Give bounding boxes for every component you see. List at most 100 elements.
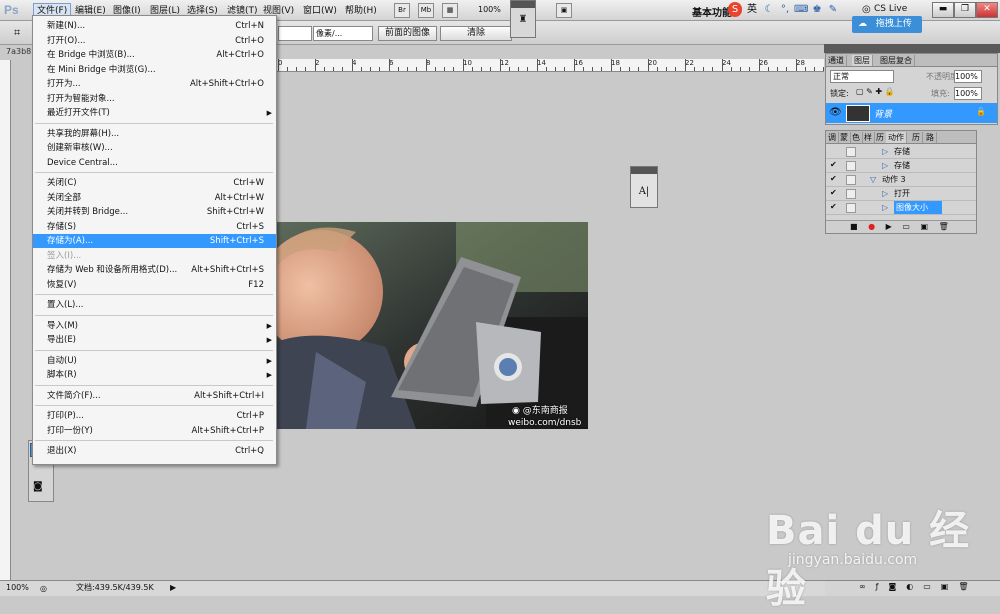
panel-tab[interactable]: 图层复合 — [878, 55, 915, 66]
file-menu-item[interactable]: 导入(M) ▶ — [33, 319, 276, 333]
file-menu-item[interactable]: 创建新审核(W)... — [33, 141, 276, 155]
skin-icon[interactable]: ♚ — [810, 2, 824, 17]
action-row[interactable]: ▷ 存储 — [826, 145, 976, 159]
moon-icon[interactable]: ☾ — [762, 2, 776, 17]
blend-mode-select[interactable]: 正常 — [830, 70, 894, 83]
action-row[interactable]: ✔ ▽ 动作 3 — [826, 173, 976, 187]
view-extras-icon[interactable]: ▦ — [442, 3, 458, 18]
action-toggle-checkbox[interactable]: ✔ — [830, 175, 838, 183]
file-menu-item[interactable]: 脚本(R) ▶ — [33, 368, 276, 382]
file-menu-item[interactable]: 置入(L)... — [33, 298, 276, 312]
panel-tab[interactable]: 通道 — [826, 55, 847, 66]
crop-tool-icon[interactable]: ⌗ — [14, 26, 20, 40]
front-image-button[interactable]: 前面的图像 — [378, 26, 438, 41]
stop-icon[interactable]: ■ — [850, 222, 858, 231]
tool-preset-icon[interactable]: ♜ — [511, 14, 535, 25]
file-menu-item[interactable]: 打印(P)... Ctrl+P — [33, 409, 276, 423]
file-menu-item[interactable]: 存储(S) Ctrl+S — [33, 220, 276, 234]
action-toggle-checkbox[interactable] — [830, 147, 838, 155]
clear-button[interactable]: 清除 — [440, 26, 512, 41]
screen-mode-icon[interactable]: ▣ — [556, 3, 572, 18]
panel-grip[interactable] — [511, 1, 535, 8]
panel-grip[interactable] — [631, 167, 657, 174]
file-menu-item[interactable]: 存储为 Web 和设备所用格式(D)... Alt+Shift+Ctrl+S — [33, 263, 276, 277]
file-menu-item[interactable]: 自动(U) ▶ — [33, 354, 276, 368]
file-menu-item[interactable]: 退出(X) Ctrl+Q — [33, 444, 276, 458]
action-row[interactable]: ✔ ▷ 打开 — [826, 187, 976, 201]
new-set-icon[interactable]: ▭ — [902, 222, 910, 231]
layer-row-background[interactable]: 👁 背景 🔒 — [826, 103, 997, 123]
keyboard-icon[interactable]: ⌨ — [794, 2, 808, 17]
file-menu-item[interactable]: 打开为智能对象... — [33, 92, 276, 106]
fill-input[interactable]: 100% — [954, 87, 982, 100]
menu-item[interactable]: 窗口(W) — [300, 4, 340, 18]
file-menu-item[interactable]: 关闭(C) Ctrl+W — [33, 176, 276, 190]
record-icon[interactable]: ● — [868, 222, 875, 231]
collapsed-triangle-icon[interactable]: ▷ — [882, 145, 888, 158]
panel-tab[interactable]: 动作 — [886, 132, 907, 143]
floating-mini-panel[interactable]: ♜ — [510, 0, 536, 38]
play-icon[interactable]: ▶ — [886, 222, 892, 231]
dialog-toggle-box[interactable] — [846, 175, 856, 185]
collapsed-triangle-icon[interactable]: ▷ — [882, 187, 888, 200]
resolution-input[interactable] — [278, 26, 312, 41]
character-glyph[interactable]: A| — [631, 186, 657, 197]
eye-icon[interactable]: 👁 — [829, 107, 842, 118]
file-menu-item[interactable]: 新建(N)... Ctrl+N — [33, 19, 276, 33]
dialog-toggle-box[interactable] — [846, 203, 856, 213]
zoom-level[interactable]: 100% — [478, 5, 501, 14]
file-menu-item[interactable]: 在 Mini Bridge 中浏览(G)... — [33, 63, 276, 77]
file-menu-item[interactable]: 导出(E) ▶ — [33, 333, 276, 347]
collapsed-triangle-icon[interactable]: ▷ — [882, 159, 888, 172]
file-menu-item[interactable]: 打开(O)... Ctrl+O — [33, 34, 276, 48]
punctuation-icon[interactable]: °, — [778, 2, 792, 17]
action-row[interactable]: ✔ ▷ 存储 — [826, 159, 976, 173]
file-menu-item[interactable]: 恢复(V) F12 — [33, 278, 276, 292]
file-menu-item[interactable]: Device Central... — [33, 156, 276, 170]
file-menu-item[interactable]: 打开为... Alt+Shift+Ctrl+O — [33, 77, 276, 91]
file-menu-item[interactable]: 关闭全部 Alt+Ctrl+W — [33, 191, 276, 205]
file-menu-item[interactable]: 最近打开文件(T) ▶ — [33, 106, 276, 120]
file-menu-item[interactable]: 打印一份(Y) Alt+Shift+Ctrl+P — [33, 424, 276, 438]
dialog-toggle-box[interactable] — [846, 147, 856, 157]
minibridge-icon[interactable]: Mb — [418, 3, 434, 18]
status-zoom[interactable]: 100% — [6, 581, 29, 595]
file-menu-item[interactable]: 关闭并转到 Bridge... Shift+Ctrl+W — [33, 205, 276, 219]
restore-button[interactable]: ❐ — [954, 2, 976, 18]
action-row[interactable]: ✔ ▷ 图像大小 — [826, 201, 976, 215]
opacity-input[interactable]: 100% — [954, 70, 982, 83]
cs-live-button[interactable]: CS Live — [874, 4, 907, 14]
unit-select[interactable]: 像素/... — [313, 26, 373, 41]
file-menu-item[interactable]: 文件简介(F)... Alt+Shift+Ctrl+I — [33, 389, 276, 403]
file-menu-item[interactable]: 共享我的屏幕(H)... — [33, 127, 276, 141]
delete-icon[interactable]: 🗑 — [939, 222, 949, 231]
lock-icons[interactable]: ▢ ✎ ✚ 🔒 — [856, 87, 895, 96]
new-action-icon[interactable]: ▣ — [920, 222, 928, 231]
expanded-triangle-icon[interactable]: ▽ — [870, 173, 876, 186]
quick-mask-icon[interactable]: ◙ — [33, 481, 43, 492]
collapsed-triangle-icon[interactable]: ▷ — [882, 201, 888, 214]
dialog-toggle-box[interactable] — [846, 189, 856, 199]
panel-tab[interactable]: 历 — [910, 132, 923, 143]
file-menu-item[interactable]: 存储为(A)... Shift+Ctrl+S — [33, 234, 276, 248]
minimize-button[interactable]: ▬ — [932, 2, 954, 18]
file-menu-item[interactable]: 在 Bridge 中浏览(B)... Alt+Ctrl+O — [33, 48, 276, 62]
panel-tab[interactable]: 图层 — [852, 55, 873, 66]
workspace-label[interactable]: 基本功能 — [692, 4, 732, 19]
status-arrow-icon[interactable]: ▶ — [170, 581, 176, 595]
dock-header[interactable] — [824, 44, 1000, 53]
bridge-icon[interactable]: Br — [394, 3, 410, 18]
menu-item[interactable]: 帮助(H) — [342, 4, 380, 18]
sogou-ime-icon[interactable]: S — [728, 2, 742, 17]
upload-button[interactable]: ☁ 拖拽上传 — [852, 16, 922, 33]
dialog-toggle-box[interactable] — [846, 161, 856, 171]
action-toggle-checkbox[interactable]: ✔ — [830, 189, 838, 197]
ime-lang[interactable]: 英 — [745, 2, 759, 17]
character-mini-panel[interactable]: A| — [630, 166, 658, 208]
panel-tab[interactable]: 路 — [924, 132, 937, 143]
wrench-icon[interactable]: ✎ — [826, 2, 840, 17]
status-info-icon[interactable]: ◎ — [40, 582, 47, 596]
action-toggle-checkbox[interactable]: ✔ — [830, 203, 838, 211]
action-toggle-checkbox[interactable]: ✔ — [830, 161, 838, 169]
close-button[interactable]: ✕ — [976, 2, 998, 18]
